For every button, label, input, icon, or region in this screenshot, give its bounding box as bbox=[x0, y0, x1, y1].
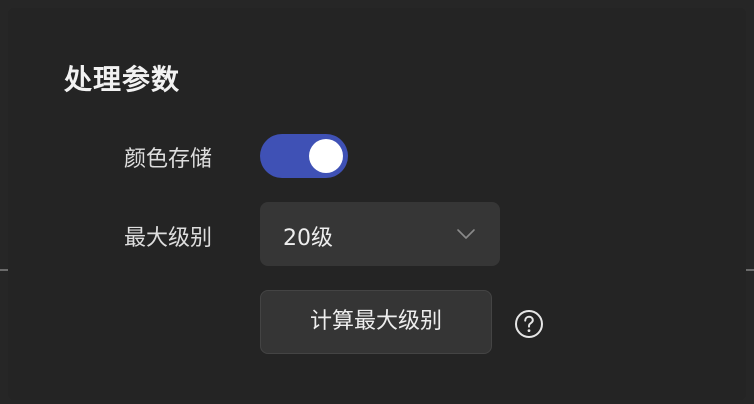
panel-title: 处理参数 bbox=[64, 63, 181, 96]
chevron-down-icon bbox=[457, 229, 475, 239]
color-storage-label: 颜色存储 bbox=[124, 147, 213, 172]
max-level-label: 最大级别 bbox=[124, 226, 213, 251]
help-circle-icon[interactable] bbox=[514, 309, 544, 339]
toggle-knob bbox=[309, 139, 343, 173]
settings-window: 处理参数 颜色存储 最大级别 20级 计算最大级别 bbox=[0, 0, 754, 404]
max-level-value: 20级 bbox=[283, 226, 333, 251]
compute-max-level-button[interactable]: 计算最大级别 bbox=[260, 290, 492, 354]
color-storage-toggle[interactable] bbox=[260, 134, 348, 178]
max-level-select[interactable]: 20级 bbox=[260, 202, 500, 266]
